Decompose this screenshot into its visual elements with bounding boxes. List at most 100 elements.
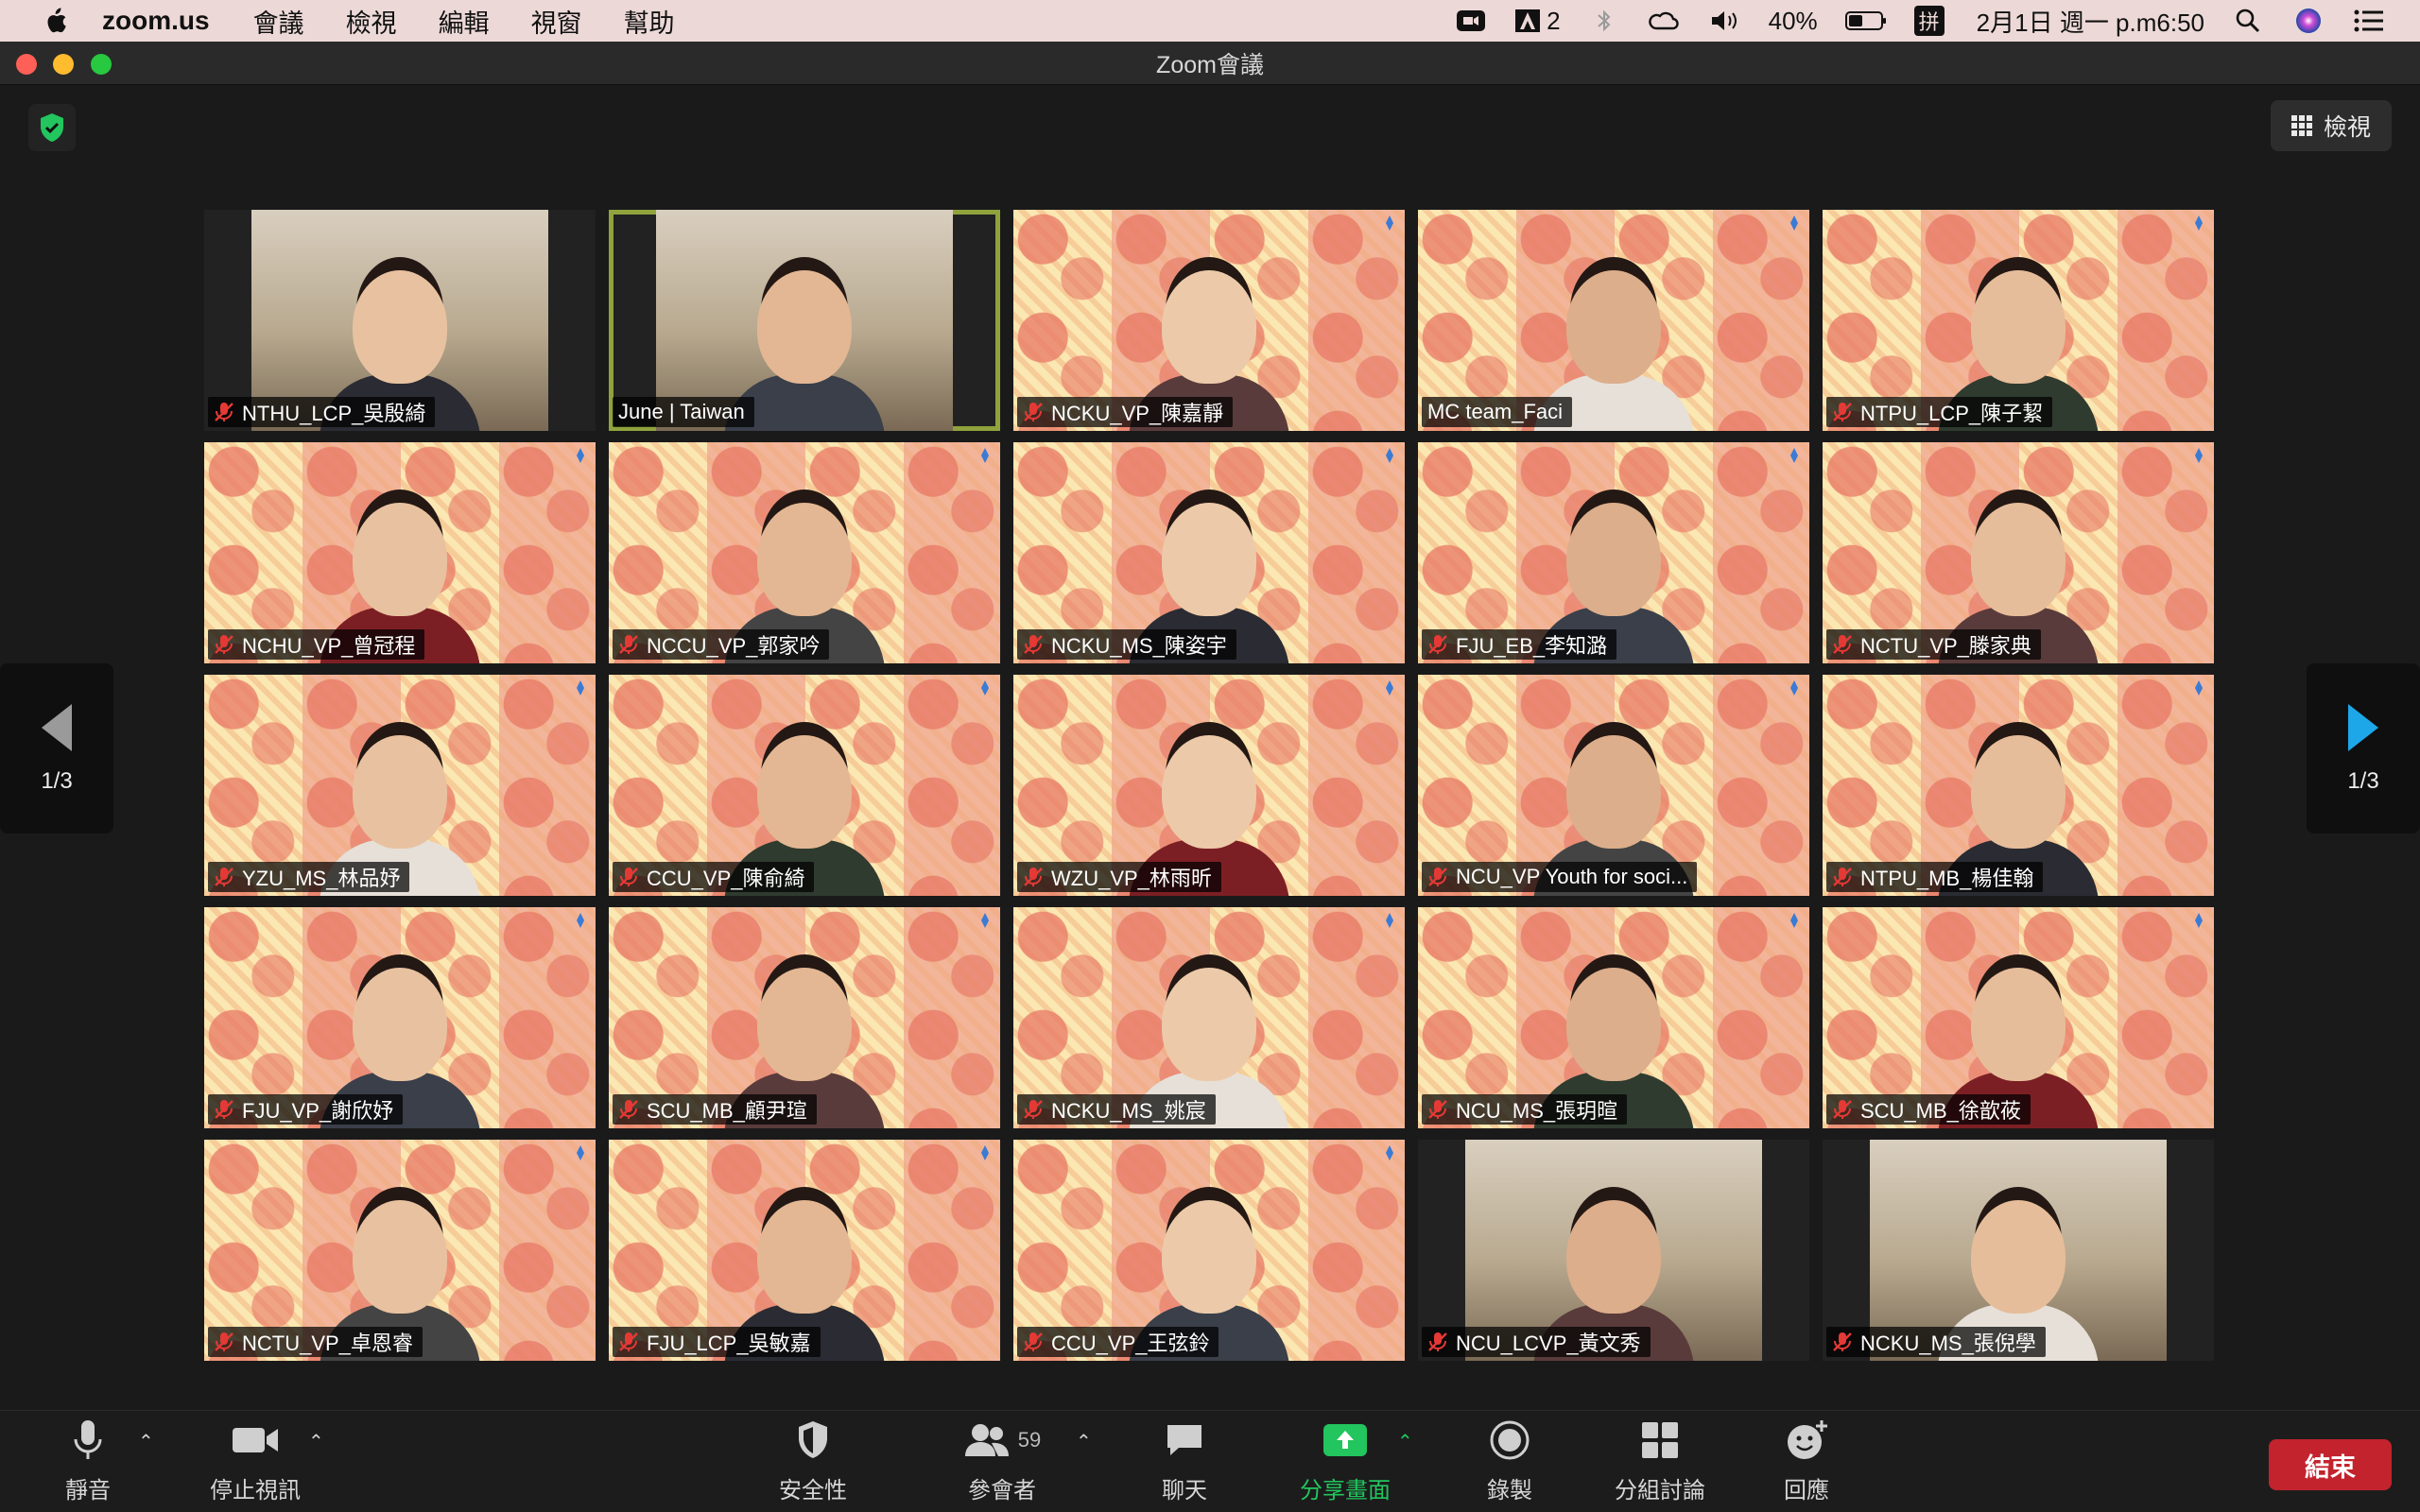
- menu-edit[interactable]: 編輯: [439, 3, 490, 40]
- app-name[interactable]: zoom.us: [102, 6, 210, 36]
- menu-view[interactable]: 檢視: [346, 3, 397, 40]
- input-method-icon[interactable]: 拼: [1913, 6, 1945, 36]
- window-minimize-button[interactable]: [53, 54, 74, 75]
- participant-video-grid: NTHU_LCP_吳殷綺 June | Taiwan NCKU_VP_陳嘉靜 MC t…: [204, 210, 2214, 1361]
- participant-video-tile[interactable]: NCKU_MS_陳姿宇: [1013, 442, 1405, 663]
- participant-name-tag: June | Taiwan: [613, 397, 754, 427]
- participant-video-tile[interactable]: NCU_VP Youth for soci...: [1418, 675, 1809, 896]
- participant-name-tag: NTPU_LCP_陳子絜: [1826, 397, 2053, 427]
- participant-video-tile[interactable]: NTPU_MB_楊佳翰: [1823, 675, 2214, 896]
- participant-video-tile[interactable]: NTHU_LCP_吳殷綺: [204, 210, 596, 431]
- participant-video-tile[interactable]: NCHU_VP_曾冠程: [204, 442, 596, 663]
- participant-video-tile[interactable]: NCKU_MS_姚宸: [1013, 907, 1405, 1128]
- participant-video-tile[interactable]: WZU_VP_林雨昕: [1013, 675, 1405, 896]
- participant-video-tile[interactable]: SCU_MB_徐歆莜: [1823, 907, 2214, 1128]
- page-indicator-right: 1/3: [2347, 768, 2379, 794]
- participant-name: NCKU_VP_陳嘉靜: [1051, 402, 1224, 425]
- zoom-status-icon[interactable]: [1454, 7, 1488, 35]
- bluetooth-icon[interactable]: [1587, 7, 1621, 35]
- share-options-chevron-icon[interactable]: ⌃: [1397, 1430, 1413, 1453]
- participant-video-tile[interactable]: NCU_LCVP_黃文秀: [1418, 1140, 1809, 1361]
- background-logo-icon: [2193, 913, 2204, 933]
- video-options-chevron-icon[interactable]: ⌃: [308, 1430, 324, 1453]
- background-logo-icon: [1789, 215, 1800, 235]
- window-close-button[interactable]: [16, 54, 37, 75]
- battery-icon[interactable]: [1844, 7, 1888, 35]
- muted-microphone-icon: [214, 402, 234, 422]
- muted-microphone-icon: [1832, 634, 1853, 655]
- background-logo-icon: [1789, 913, 1800, 933]
- menu-clock[interactable]: 2月1日 週一 p.m6:50: [1977, 4, 2204, 39]
- security-button[interactable]: 安全性: [770, 1418, 856, 1505]
- macos-menu-bar: zoom.us 會議 檢視 編輯 視窗 幫助 2 40% 拼 2月1日 週一 p…: [0, 0, 2420, 42]
- participant-name: NTPU_LCP_陳子絜: [1860, 402, 2044, 425]
- participant-name: MC team_Faci: [1427, 400, 1564, 423]
- background-logo-icon: [979, 913, 991, 933]
- participant-name: NCU_MS_張玥暄: [1456, 1099, 1618, 1123]
- participant-name-tag: FJU_VP_謝欣妤: [208, 1094, 404, 1125]
- background-logo-icon: [575, 680, 586, 700]
- adobe-icon[interactable]: 2: [1514, 7, 1561, 35]
- next-page-button[interactable]: 1/3: [2307, 663, 2420, 833]
- participant-video-tile[interactable]: NCU_MS_張玥暄: [1418, 907, 1809, 1128]
- participant-name-tag: NCTU_VP_卓恩睿: [208, 1327, 423, 1357]
- muted-microphone-icon: [1023, 634, 1044, 655]
- siri-icon[interactable]: [2291, 7, 2325, 35]
- meeting-encryption-shield-icon[interactable]: [28, 104, 76, 151]
- participant-name-tag: CCU_VP_王弦鈴: [1017, 1327, 1219, 1357]
- menu-meeting[interactable]: 會議: [253, 3, 304, 40]
- mute-button[interactable]: 靜音: [45, 1418, 130, 1505]
- muted-microphone-icon: [1832, 1099, 1853, 1120]
- breakout-rooms-button[interactable]: 分組討論: [1607, 1418, 1713, 1505]
- background-logo-icon: [1384, 1145, 1395, 1165]
- record-label: 錄製: [1487, 1478, 1532, 1503]
- menu-help[interactable]: 幫助: [624, 3, 675, 40]
- participant-video-tile[interactable]: NCTU_VP_卓恩睿: [204, 1140, 596, 1361]
- creative-cloud-icon[interactable]: [1648, 7, 1682, 35]
- participant-video-tile[interactable]: FJU_LCP_吳敏嘉: [609, 1140, 1000, 1361]
- background-logo-icon: [1789, 448, 1800, 468]
- participants-button[interactable]: 59 參會者: [955, 1418, 1049, 1505]
- apple-menu-icon[interactable]: [36, 2, 74, 40]
- participant-video-tile[interactable]: YZU_MS_林品妤: [204, 675, 596, 896]
- participant-video-tile[interactable]: NCTU_VP_滕家典: [1823, 442, 2214, 663]
- participant-video-tile[interactable]: NCCU_VP_郭家吟: [609, 442, 1000, 663]
- participant-video-tile[interactable]: NCKU_MS_張倪學: [1823, 1140, 2214, 1361]
- record-button[interactable]: 錄製: [1467, 1418, 1552, 1505]
- participant-video-tile[interactable]: MC team_Faci: [1418, 210, 1809, 431]
- reactions-label: 回應: [1784, 1478, 1829, 1503]
- muted-microphone-icon: [1832, 1332, 1853, 1352]
- share-screen-button[interactable]: 分享畫面: [1293, 1418, 1397, 1505]
- reactions-button[interactable]: 回應: [1764, 1418, 1849, 1505]
- participant-video-tile[interactable]: CCU_VP_王弦鈴: [1013, 1140, 1405, 1361]
- muted-microphone-icon: [214, 1332, 234, 1352]
- participant-video-tile[interactable]: FJU_EB_李知潞: [1418, 442, 1809, 663]
- participant-name: NCU_VP Youth for soci...: [1456, 865, 1688, 888]
- stop-video-label: 停止視訊: [210, 1478, 301, 1503]
- background-logo-icon: [979, 1145, 991, 1165]
- notification-center-icon[interactable]: [2352, 7, 2386, 35]
- participant-video-tile[interactable]: CCU_VP_陳俞綺: [609, 675, 1000, 896]
- spotlight-search-icon[interactable]: [2231, 7, 2265, 35]
- participant-name: FJU_VP_謝欣妤: [242, 1099, 394, 1123]
- participant-name: NTHU_LCP_吳殷綺: [242, 402, 426, 425]
- participant-name: YZU_MS_林品妤: [242, 867, 401, 890]
- stop-video-button[interactable]: 停止視訊: [199, 1418, 312, 1505]
- end-meeting-button[interactable]: 結束: [2269, 1439, 2392, 1490]
- participant-video-tile[interactable]: June | Taiwan: [609, 210, 1000, 431]
- participant-video-tile[interactable]: FJU_VP_謝欣妤: [204, 907, 596, 1128]
- participant-video-tile[interactable]: SCU_MB_顧尹瑄: [609, 907, 1000, 1128]
- participant-name-tag: SCU_MB_徐歆莜: [1826, 1094, 2031, 1125]
- previous-page-button[interactable]: 1/3: [0, 663, 113, 833]
- menu-window[interactable]: 視窗: [531, 3, 582, 40]
- chat-button[interactable]: 聊天: [1142, 1418, 1227, 1505]
- participant-video-tile[interactable]: NCKU_VP_陳嘉靜: [1013, 210, 1405, 431]
- volume-icon[interactable]: [1708, 7, 1742, 35]
- view-menu-button[interactable]: 檢視: [2270, 100, 2392, 151]
- participant-video-tile[interactable]: NTPU_LCP_陳子絜: [1823, 210, 2214, 431]
- participants-options-chevron-icon[interactable]: ⌃: [1076, 1430, 1092, 1453]
- window-fullscreen-button[interactable]: [91, 54, 112, 75]
- mute-label: 靜音: [65, 1478, 111, 1503]
- participant-name-tag: NCHU_VP_曾冠程: [208, 629, 425, 660]
- audio-options-chevron-icon[interactable]: ⌃: [138, 1430, 154, 1453]
